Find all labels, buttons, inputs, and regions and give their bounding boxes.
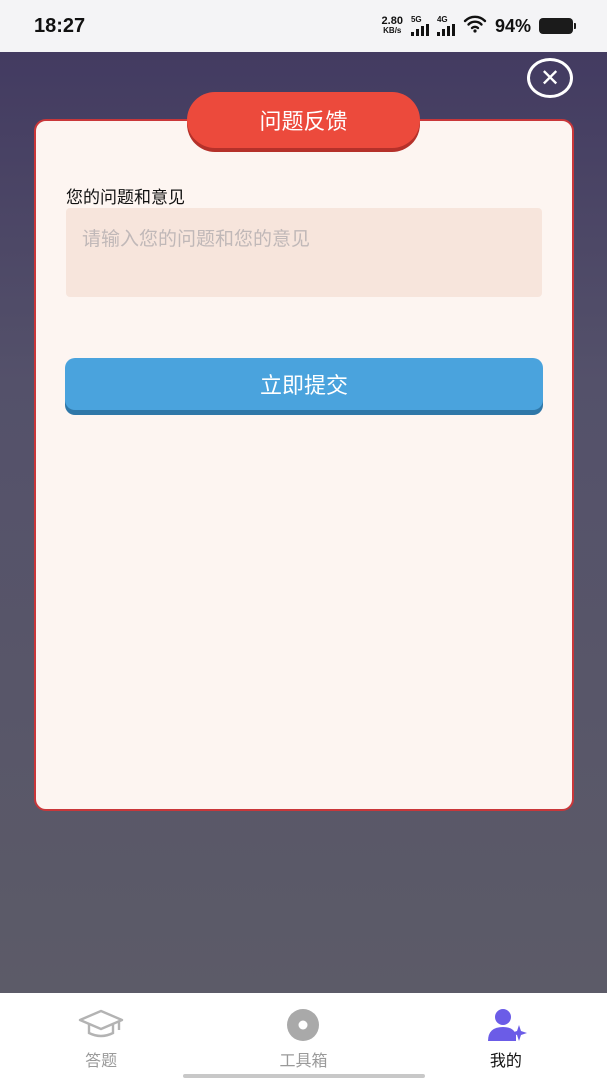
disc-icon xyxy=(278,1007,328,1043)
bottom-tab-bar: 答题 工具箱 我的 xyxy=(0,993,607,1080)
tab-toolbox-label: 工具箱 xyxy=(279,1051,328,1070)
home-indicator[interactable] xyxy=(183,1074,425,1078)
close-icon: ✕ xyxy=(539,64,561,92)
close-button[interactable]: ✕ xyxy=(527,58,573,98)
dialog-title: 问题反馈 xyxy=(259,110,348,135)
signal-4g-label: 4G xyxy=(436,15,448,24)
submit-button-label: 立即提交 xyxy=(259,374,348,399)
battery-percent: 94% xyxy=(494,15,531,36)
user-icon xyxy=(481,1007,531,1043)
feedback-input[interactable] xyxy=(66,208,542,297)
signal-4g-icon: 4G xyxy=(436,15,455,36)
wifi-icon xyxy=(463,15,487,37)
network-speed: 2.80 KB/s xyxy=(381,15,403,36)
battery-icon xyxy=(539,18,576,34)
dialog-title-badge: 问题反馈 xyxy=(187,92,420,148)
status-bar: 18:27 2.80 KB/s 5G 4G 94% xyxy=(0,0,607,52)
submit-button[interactable]: 立即提交 xyxy=(65,358,543,410)
status-icons: 2.80 KB/s 5G 4G 94% xyxy=(381,15,576,37)
tab-quiz-label: 答题 xyxy=(85,1051,118,1070)
network-speed-value: 2.80 xyxy=(381,15,403,27)
signal-5g-icon: 5G xyxy=(410,15,429,36)
tab-toolbox[interactable]: 工具箱 xyxy=(202,993,404,1080)
network-speed-unit: KB/s xyxy=(383,26,402,35)
status-time: 18:27 xyxy=(34,14,86,37)
tab-quiz[interactable]: 答题 xyxy=(0,993,202,1080)
feedback-field-label: 您的问题和意见 xyxy=(66,188,185,208)
tab-mine[interactable]: 我的 xyxy=(405,993,607,1080)
signal-5g-label: 5G xyxy=(410,15,422,24)
graduation-cap-icon xyxy=(76,1007,126,1043)
tab-mine-label: 我的 xyxy=(489,1051,522,1070)
